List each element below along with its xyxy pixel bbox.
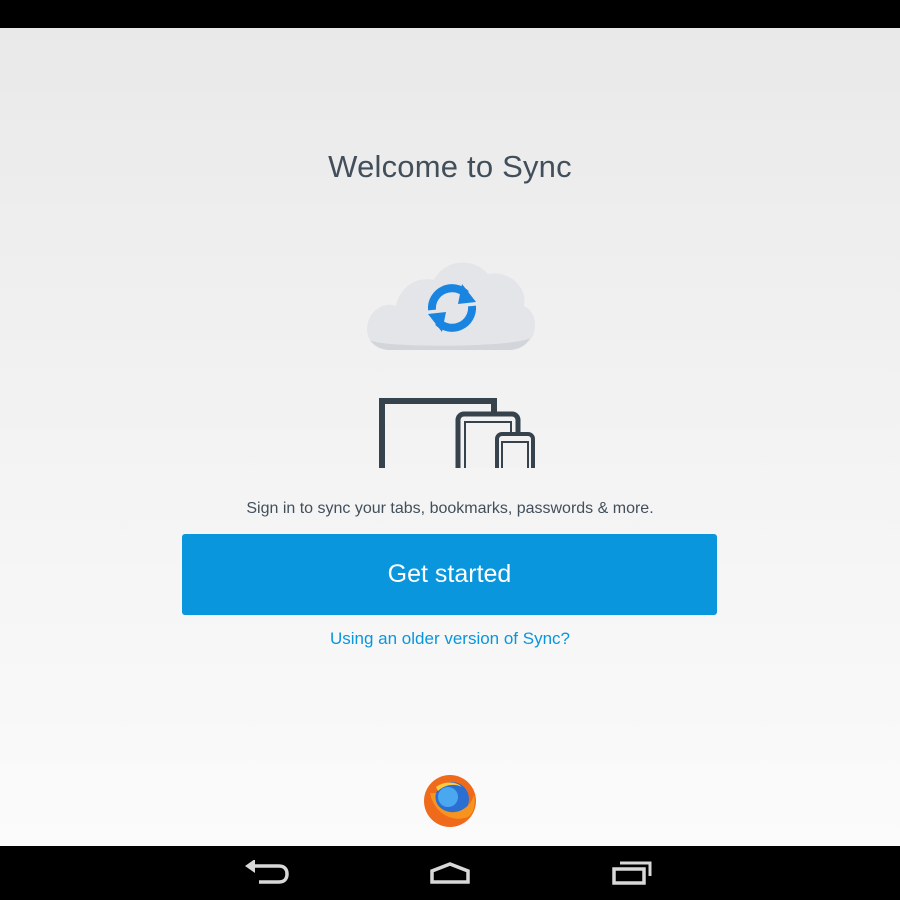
sync-welcome-screen: Welcome to Sync Sign in to sync your tab… [0,28,900,846]
back-icon [245,860,289,884]
phone-icon [495,432,535,468]
cloud-icon [366,262,536,350]
system-navigation-bar [0,846,900,900]
home-icon [430,862,470,884]
back-button[interactable] [206,846,326,900]
sync-illustration [366,262,536,468]
firefox-logo [424,775,476,827]
status-bar [0,0,900,28]
recent-apps-button[interactable] [572,846,692,900]
get-started-button[interactable]: Get started [182,534,717,615]
recent-apps-icon [612,861,652,885]
older-sync-version-link[interactable]: Using an older version of Sync? [0,629,900,649]
sync-description: Sign in to sync your tabs, bookmarks, pa… [246,500,654,517]
home-button[interactable] [390,846,510,900]
page-title: Welcome to Sync [328,149,572,184]
